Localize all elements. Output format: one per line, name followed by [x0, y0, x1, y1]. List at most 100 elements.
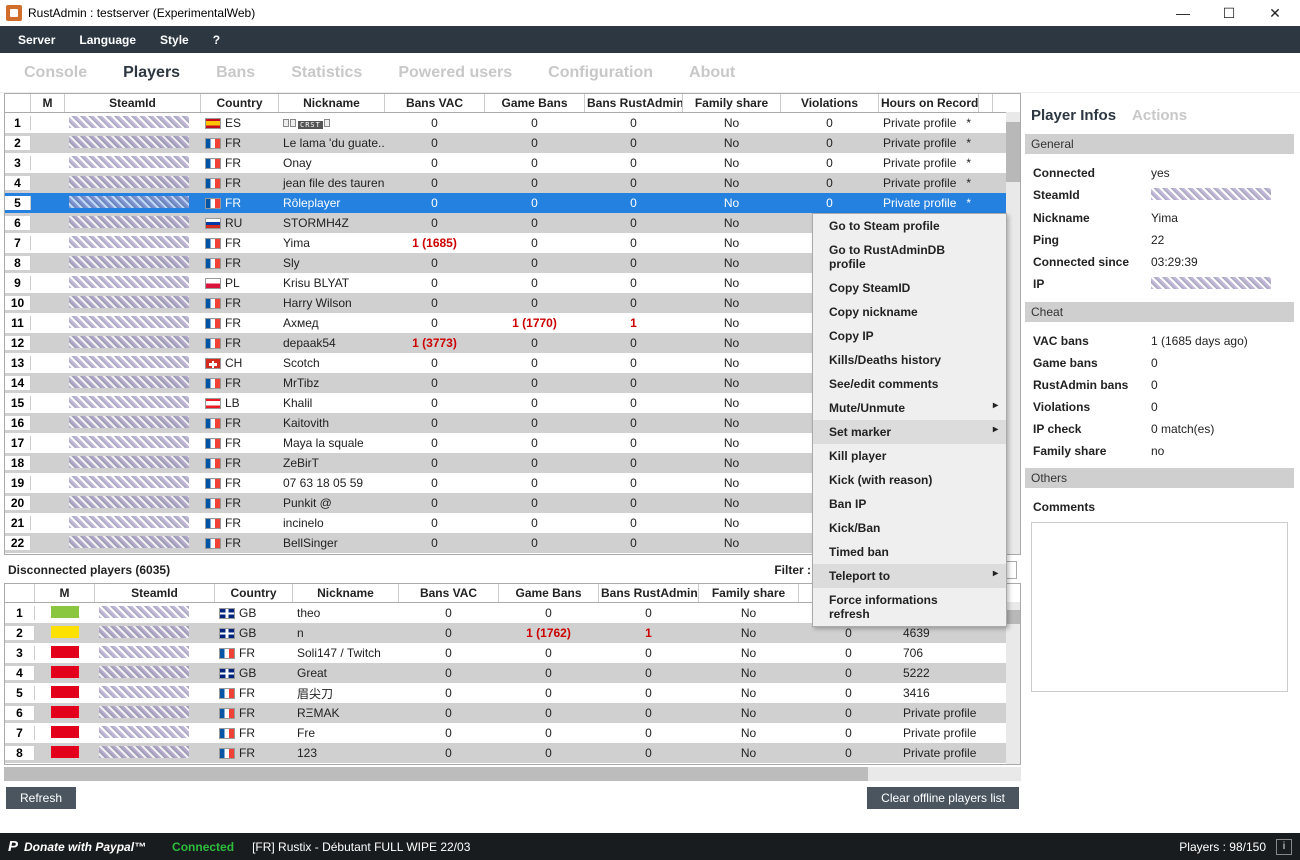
- col-header[interactable]: SteamId: [65, 94, 201, 112]
- col-header[interactable]: SteamId: [95, 584, 215, 602]
- section-general: General: [1025, 134, 1294, 154]
- col-header[interactable]: Family share: [699, 584, 799, 602]
- col-header[interactable]: Game Bans: [485, 94, 585, 112]
- players-scrollbar[interactable]: [1006, 112, 1020, 554]
- panel-tab[interactable]: Player Infos: [1031, 107, 1116, 124]
- ctx-item[interactable]: Kills/Deaths history: [813, 348, 1006, 372]
- panel-tabs: Player Infos Actions: [1025, 103, 1294, 134]
- table-row[interactable]: 6FRRΞMAK000No0Private profile: [5, 703, 1020, 723]
- col-header[interactable]: [5, 94, 31, 112]
- tab-statistics[interactable]: Statistics: [273, 56, 380, 90]
- info-row: RustAdmin bans0: [1025, 374, 1294, 396]
- main-tabs: ConsolePlayersBansStatisticsPowered user…: [0, 53, 1300, 93]
- col-header[interactable]: Country: [215, 584, 293, 602]
- ctx-item[interactable]: Timed ban: [813, 540, 1006, 564]
- table-row[interactable]: 2FRLe lama 'du guate...000No0Private pro…: [5, 133, 1020, 153]
- ctx-item[interactable]: Copy IP: [813, 324, 1006, 348]
- menubar: ServerLanguageStyle?: [0, 26, 1300, 53]
- titlebar: RustAdmin : testserver (ExperimentalWeb)…: [0, 0, 1300, 26]
- info-row: VAC bans1 (1685 days ago): [1025, 330, 1294, 352]
- col-header[interactable]: M: [31, 94, 65, 112]
- col-header[interactable]: Violations: [781, 94, 879, 112]
- col-header[interactable]: [979, 94, 993, 112]
- info-row: NicknameYima: [1025, 207, 1294, 229]
- table-row[interactable]: 4FRjean file des tauren000No0Private pro…: [5, 173, 1020, 193]
- disconnected-header: Disconnected players (6035): [8, 563, 170, 577]
- table-row[interactable]: 5FRRôleplayer000No0Private profile*: [5, 193, 1020, 213]
- ctx-item[interactable]: Copy SteamID: [813, 276, 1006, 300]
- connection-status: Connected: [172, 840, 234, 854]
- info-row: IP: [1025, 273, 1294, 296]
- server-name: [FR] Rustix - Débutant FULL WIPE 22/03: [252, 840, 470, 854]
- tab-powered-users[interactable]: Powered users: [380, 56, 530, 90]
- players-grid-header: MSteamIdCountryNicknameBans VACGame Bans…: [5, 94, 1020, 113]
- table-row[interactable]: 4GBGreat000No05222: [5, 663, 1020, 683]
- ctx-item[interactable]: Ban IP: [813, 492, 1006, 516]
- menu-?[interactable]: ?: [201, 29, 232, 51]
- disconnected-scrollbar[interactable]: [1006, 602, 1020, 764]
- col-header[interactable]: Country: [201, 94, 279, 112]
- menu-language[interactable]: Language: [67, 29, 148, 51]
- info-row: Family shareno: [1025, 440, 1294, 462]
- status-bar: P Donate with Paypal™ Connected [FR] Rus…: [0, 833, 1300, 860]
- ctx-item[interactable]: Teleport to: [813, 564, 1006, 588]
- col-header[interactable]: Family share: [683, 94, 781, 112]
- ctx-item[interactable]: Mute/Unmute: [813, 396, 1006, 420]
- info-row: Game bans0: [1025, 352, 1294, 374]
- col-header[interactable]: Hours on Record: [879, 94, 979, 112]
- ctx-item[interactable]: Kill player: [813, 444, 1006, 468]
- ctx-item[interactable]: Force informations refresh: [813, 588, 1006, 626]
- table-row[interactable]: 3FRSoli147 / Twitch000No0706: [5, 643, 1020, 663]
- maximize-icon[interactable]: ☐: [1218, 5, 1240, 22]
- col-header[interactable]: Bans VAC: [385, 94, 485, 112]
- ctx-item[interactable]: Set marker: [813, 420, 1006, 444]
- window-title: RustAdmin : testserver (ExperimentalWeb): [28, 6, 255, 20]
- col-header[interactable]: Bans VAC: [399, 584, 499, 602]
- paypal-icon: P: [8, 838, 18, 855]
- ctx-item[interactable]: See/edit comments: [813, 372, 1006, 396]
- col-header[interactable]: Game Bans: [499, 584, 599, 602]
- comments-label: Comments: [1033, 500, 1151, 514]
- ctx-item[interactable]: Copy nickname: [813, 300, 1006, 324]
- col-header[interactable]: Nickname: [293, 584, 399, 602]
- refresh-button[interactable]: Refresh: [6, 787, 76, 809]
- ctx-item[interactable]: Go to RustAdminDB profile: [813, 238, 1006, 276]
- info-icon[interactable]: i: [1276, 839, 1292, 855]
- ctx-item[interactable]: Kick (with reason): [813, 468, 1006, 492]
- ctx-item[interactable]: Kick/Ban: [813, 516, 1006, 540]
- info-row: Connected since03:29:39: [1025, 251, 1294, 273]
- col-header[interactable]: Nickname: [279, 94, 385, 112]
- app-icon: [6, 5, 22, 21]
- menu-server[interactable]: Server: [6, 29, 67, 51]
- col-header[interactable]: Bans RustAdmin: [585, 94, 683, 112]
- table-row[interactable]: 5FR眉尖刀000No03416: [5, 683, 1020, 703]
- info-row: Ping22: [1025, 229, 1294, 251]
- table-row[interactable]: 1ESCRST000No0Private profile*: [5, 113, 1020, 133]
- close-icon[interactable]: ✕: [1264, 5, 1286, 22]
- menu-style[interactable]: Style: [148, 29, 201, 51]
- filter-label: Filter :: [774, 563, 811, 577]
- tab-console[interactable]: Console: [6, 56, 105, 90]
- panel-tab[interactable]: Actions: [1132, 107, 1187, 124]
- minimize-icon[interactable]: —: [1172, 5, 1194, 22]
- ctx-item[interactable]: Go to Steam profile: [813, 214, 1006, 238]
- window-controls: — ☐ ✕: [1172, 5, 1294, 22]
- disconnected-hscroll[interactable]: [4, 767, 1021, 781]
- col-header[interactable]: Bans RustAdmin: [599, 584, 699, 602]
- tab-bans[interactable]: Bans: [198, 56, 273, 90]
- table-row[interactable]: 7FRFre000No0Private profile: [5, 723, 1020, 743]
- tab-players[interactable]: Players: [105, 56, 198, 90]
- section-cheat: Cheat: [1025, 302, 1294, 322]
- info-row: Violations0: [1025, 396, 1294, 418]
- player-count: Players : 98/150: [1179, 840, 1266, 854]
- col-header[interactable]: [5, 584, 35, 602]
- table-row[interactable]: 3FROnay000No0Private profile*: [5, 153, 1020, 173]
- table-row[interactable]: 8FR123000No0Private profile: [5, 743, 1020, 763]
- tab-configuration[interactable]: Configuration: [530, 56, 671, 90]
- context-menu[interactable]: Go to Steam profileGo to RustAdminDB pro…: [812, 213, 1007, 627]
- clear-offline-button[interactable]: Clear offline players list: [867, 787, 1019, 809]
- col-header[interactable]: M: [35, 584, 95, 602]
- comments-box[interactable]: [1031, 522, 1288, 692]
- donate-link[interactable]: Donate with Paypal™: [24, 840, 146, 854]
- tab-about[interactable]: About: [671, 56, 753, 90]
